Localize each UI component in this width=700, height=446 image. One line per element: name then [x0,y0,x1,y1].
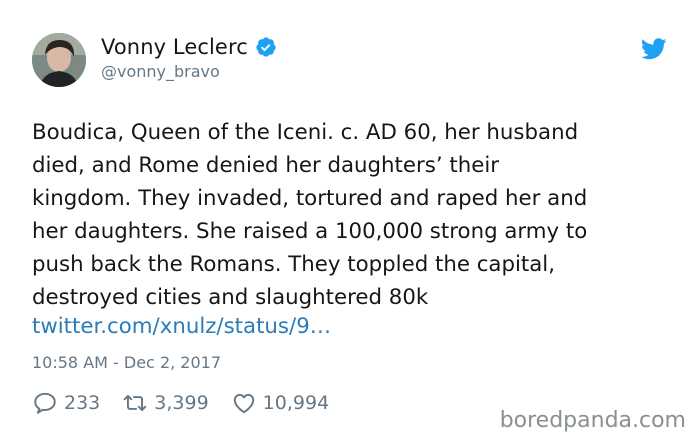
tweet-text-line: her daughters. She raised a 100,000 stro… [32,219,588,244]
user-handle[interactable]: @vonny_bravo [101,62,220,81]
avatar[interactable] [32,33,86,87]
display-name[interactable]: Vonny Leclerc [101,35,248,59]
like-button[interactable]: 10,994 [231,390,329,416]
reply-icon [34,392,56,414]
heart-icon [233,393,254,414]
reply-button[interactable]: 233 [32,390,100,416]
watermark: boredpanda.com [499,408,686,433]
reply-count: 233 [64,392,101,414]
tweet-text: Boudica, Queen of the Iceni. c. AD 60, h… [32,116,682,314]
tweet-text-line: push back the Romans. They toppled the c… [32,252,555,277]
tweet-link[interactable]: twitter.com/xnulz/status/9… [32,314,331,339]
tweet-card: Vonny Leclerc @vonny_bravo Boudica, Quee… [0,0,700,446]
tweet-timestamp[interactable]: 10:58 AM - Dec 2, 2017 [32,353,221,372]
twitter-bird-icon[interactable] [641,38,667,60]
tweet-text-line: Boudica, Queen of the Iceni. c. AD 60, h… [32,120,579,145]
retweet-count: 3,399 [154,392,209,414]
tweet-text-line: destroyed cities and slaughtered 80k [32,285,429,310]
name-row: Vonny Leclerc [101,35,277,59]
retweet-button[interactable]: 3,399 [122,390,209,416]
tweet-text-line: kingdom. They invaded, tortured and rape… [32,186,588,211]
tweet-text-line: died, and Rome denied her daughters’ the… [32,153,500,178]
like-count: 10,994 [262,392,330,414]
retweet-icon [123,394,147,412]
verified-badge-icon [256,37,276,57]
action-bar: 233 3,399 10,994 [32,390,351,416]
